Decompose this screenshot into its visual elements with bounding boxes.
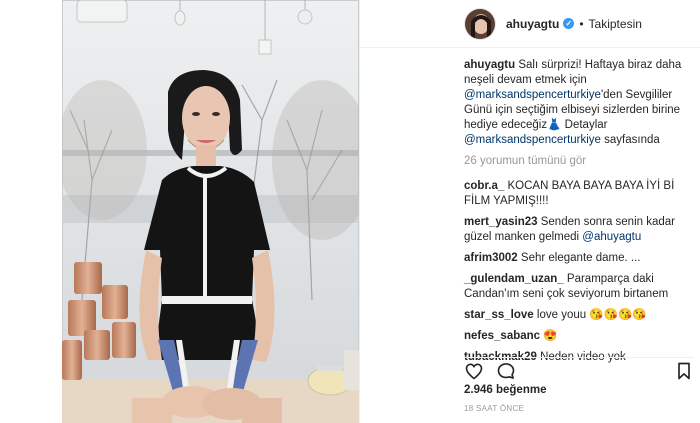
avatar-image	[465, 8, 495, 39]
comment-item: star_ss_love love youu 😘😘😘😘	[464, 308, 694, 323]
bookmark-icon[interactable]	[674, 361, 694, 381]
caption-username[interactable]: ahuyagtu	[464, 59, 515, 71]
comment-item: cobr.a_ KOCAN BAYA BAYA BAYA İYİ Bİ FİLM…	[464, 179, 694, 209]
username-link[interactable]: ahuyagtu	[506, 17, 559, 31]
post-side-panel: ahuyagtu ✓ • Takiptesin ahuyagtu Salı sü…	[359, 0, 700, 423]
separator-dot: •	[579, 16, 584, 31]
comments-list: ahuyagtu Salı sürprizi! Haftaya biraz da…	[464, 58, 694, 371]
comment-username[interactable]: mert_yasin23	[464, 216, 538, 228]
comment-mention[interactable]: @ahuyagtu	[582, 231, 641, 243]
post-header: ahuyagtu ✓ • Takiptesin	[360, 0, 700, 48]
avatar[interactable]	[464, 7, 496, 40]
caption-text-3: Detaylar	[561, 119, 608, 131]
comment-username[interactable]: _gulendam_uzan_	[464, 273, 564, 285]
comment-item: _gulendam_uzan_ Paramparça daki Candan'ı…	[464, 272, 694, 302]
caption-mention-1[interactable]: @marksandspencerturkiye	[464, 89, 601, 101]
dress-emoji: 👗	[547, 119, 562, 131]
heart-icon[interactable]	[464, 361, 484, 381]
comment-text: Sehr elegante dame. ...	[520, 252, 641, 264]
comment-bubble-icon[interactable]	[496, 361, 516, 381]
comment-username[interactable]: cobr.a_	[464, 180, 504, 192]
instagram-post: ahuyagtu ✓ • Takiptesin ahuyagtu Salı sü…	[48, 0, 700, 423]
comment-text: love youu 😘😘😘😘	[536, 309, 647, 321]
comment-item: mert_yasin23 Senden sonra senin kadar gü…	[464, 215, 694, 245]
comment-username[interactable]: star_ss_love	[464, 309, 534, 321]
action-bar	[464, 357, 694, 381]
caption-text-4: sayfasında	[600, 134, 660, 146]
comment-username[interactable]: afrim3002	[464, 252, 518, 264]
post-timestamp: 18 SAAT ÖNCE	[464, 404, 525, 413]
post-photo[interactable]	[62, 0, 359, 423]
comment-item: afrim3002 Sehr elegante dame. ...	[464, 251, 694, 266]
caption: ahuyagtu Salı sürprizi! Haftaya biraz da…	[464, 58, 694, 148]
woman-in-black-dress-photo	[62, 0, 359, 423]
follow-status-button[interactable]: Takiptesin	[589, 17, 642, 31]
verified-badge-icon: ✓	[563, 18, 575, 29]
caption-mention-2[interactable]: @marksandspencerturkiye	[464, 134, 601, 146]
comment-username[interactable]: nefes_sabanc	[464, 330, 540, 342]
comment-text: 😍	[543, 330, 558, 342]
view-all-comments-link[interactable]: 26 yorumun tümünü gör	[464, 154, 694, 169]
comment-item: nefes_sabanc 😍	[464, 329, 694, 344]
likes-count[interactable]: 2.946 beğenme	[464, 384, 546, 396]
